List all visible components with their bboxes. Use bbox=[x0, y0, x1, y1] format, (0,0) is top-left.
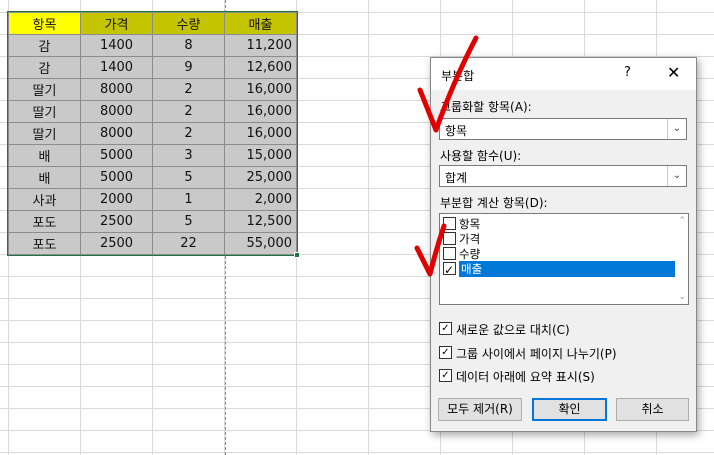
table-cell[interactable]: 15,000 bbox=[224, 144, 297, 167]
close-icon[interactable]: ✕ bbox=[667, 63, 680, 82]
add-subtotal-label: 부분합 계산 항목(D): bbox=[440, 196, 548, 210]
subtotal-dialog: 부분합 ? ✕ 그룹화할 항목(A): 항목 ⌄ 사용할 함수(U): 합계 ⌄… bbox=[430, 57, 697, 432]
table-cell[interactable]: 5000 bbox=[80, 144, 153, 167]
table-cell[interactable]: 25,000 bbox=[224, 166, 297, 189]
table-cell[interactable]: 2,000 bbox=[224, 188, 297, 211]
list-item[interactable]: 수량 bbox=[443, 246, 673, 261]
function-label: 사용할 함수(U): bbox=[440, 149, 522, 163]
table-row: 감 1400 9 12,600 bbox=[8, 56, 297, 79]
table-row: 딸기 8000 2 16,000 bbox=[8, 78, 297, 101]
table-cell[interactable]: 1400 bbox=[80, 34, 153, 57]
header-cell[interactable]: 매출 bbox=[224, 12, 297, 35]
list-item[interactable]: 항목 bbox=[443, 216, 673, 231]
table-cell[interactable]: 8000 bbox=[80, 100, 153, 123]
table-cell[interactable]: 8000 bbox=[80, 78, 153, 101]
table-cell[interactable]: 포도 bbox=[8, 232, 81, 255]
add-subtotal-list[interactable]: 항목 가격 수량 ✓ 매출 ⌃ ⌄ bbox=[439, 213, 689, 305]
table-cell[interactable]: 감 bbox=[8, 56, 81, 79]
item-label: 가격 bbox=[459, 232, 481, 246]
function-select[interactable]: 합계 ⌄ bbox=[439, 165, 687, 187]
table-cell[interactable]: 1400 bbox=[80, 56, 153, 79]
chevron-down-icon[interactable]: ⌄ bbox=[667, 119, 686, 139]
list-item[interactable]: 가격 bbox=[443, 231, 673, 246]
fill-handle[interactable] bbox=[294, 252, 300, 258]
ok-button[interactable]: 확인 bbox=[532, 398, 607, 421]
table-row: 딸기 8000 2 16,000 bbox=[8, 100, 297, 123]
group-by-label: 그룹화할 항목(A): bbox=[440, 100, 532, 114]
table-cell[interactable]: 12,500 bbox=[224, 210, 297, 233]
table-cell[interactable]: 2000 bbox=[80, 188, 153, 211]
checkbox-label: 그룹 사이에서 페이지 나누기(P) bbox=[456, 347, 617, 361]
table-row: 포도 2500 5 12,500 bbox=[8, 210, 297, 233]
group-by-value: 항목 bbox=[445, 124, 468, 138]
header-cell[interactable]: 가격 bbox=[80, 12, 153, 35]
check-icon[interactable]: ✓ bbox=[439, 346, 452, 359]
table-cell[interactable]: 2 bbox=[152, 100, 225, 123]
help-icon[interactable]: ? bbox=[624, 65, 631, 80]
group-by-select[interactable]: 항목 ⌄ bbox=[439, 118, 687, 140]
table-cell[interactable]: 2500 bbox=[80, 210, 153, 233]
check-icon[interactable]: ✓ bbox=[439, 369, 452, 382]
table-cell[interactable]: 8000 bbox=[80, 122, 153, 145]
table-cell[interactable]: 16,000 bbox=[224, 122, 297, 145]
table-cell[interactable]: 9 bbox=[152, 56, 225, 79]
table-cell[interactable]: 딸기 bbox=[8, 100, 81, 123]
table-cell[interactable]: 12,600 bbox=[224, 56, 297, 79]
function-value: 합계 bbox=[445, 171, 468, 185]
table-row: 배 5000 5 25,000 bbox=[8, 166, 297, 189]
table-row: 사과 2000 1 2,000 bbox=[8, 188, 297, 211]
table-cell[interactable]: 22 bbox=[152, 232, 225, 255]
checkbox-label: 새로운 값으로 대치(C) bbox=[456, 323, 570, 337]
table-cell[interactable]: 배 bbox=[8, 144, 81, 167]
table-row: 포도 2500 22 55,000 bbox=[8, 232, 297, 255]
table-cell[interactable]: 5000 bbox=[80, 166, 153, 189]
check-icon[interactable]: ✓ bbox=[439, 322, 452, 335]
chevron-down-icon[interactable]: ⌄ bbox=[667, 166, 686, 186]
table-row: 감 1400 8 11,200 bbox=[8, 34, 297, 57]
table-cell[interactable]: 5 bbox=[152, 210, 225, 233]
item-checkbox[interactable] bbox=[443, 247, 456, 260]
table-cell[interactable]: 딸기 bbox=[8, 78, 81, 101]
table-cell[interactable]: 배 bbox=[8, 166, 81, 189]
table-cell[interactable]: 2 bbox=[152, 78, 225, 101]
table-cell[interactable]: 3 bbox=[152, 144, 225, 167]
table-cell[interactable]: 1 bbox=[152, 188, 225, 211]
table-cell[interactable]: 2 bbox=[152, 122, 225, 145]
data-table: 항목 가격 수량 매출 감 1400 8 11,200 감 1400 9 12,600 딸기 80… bbox=[8, 12, 297, 255]
table-cell[interactable]: 55,000 bbox=[224, 232, 297, 255]
item-label: 매출 bbox=[459, 261, 675, 277]
scroll-up-icon[interactable]: ⌃ bbox=[678, 216, 686, 226]
table-cell[interactable]: 16,000 bbox=[224, 78, 297, 101]
item-label: 항목 bbox=[459, 217, 481, 231]
table-row: 배 5000 3 15,000 bbox=[8, 144, 297, 167]
dialog-titlebar[interactable]: 부분합 ? ✕ bbox=[431, 58, 696, 90]
table-cell[interactable]: 8 bbox=[152, 34, 225, 57]
header-row: 항목 가격 수량 매출 bbox=[8, 12, 297, 35]
checkbox-label: 데이터 아래에 요약 표시(S) bbox=[456, 370, 595, 384]
item-checkbox[interactable]: ✓ bbox=[443, 262, 456, 277]
scroll-down-icon[interactable]: ⌄ bbox=[678, 292, 686, 302]
table-cell[interactable]: 11,200 bbox=[224, 34, 297, 57]
table-cell[interactable]: 포도 bbox=[8, 210, 81, 233]
list-item-selected[interactable]: ✓ 매출 bbox=[443, 261, 675, 277]
table-cell[interactable]: 사과 bbox=[8, 188, 81, 211]
table-cell[interactable]: 2500 bbox=[80, 232, 153, 255]
item-checkbox[interactable] bbox=[443, 217, 456, 230]
table-cell[interactable]: 16,000 bbox=[224, 100, 297, 123]
table-cell[interactable]: 감 bbox=[8, 34, 81, 57]
remove-all-button[interactable]: 모두 제거(R) bbox=[438, 398, 522, 421]
table-cell[interactable]: 5 bbox=[152, 166, 225, 189]
item-label: 수량 bbox=[459, 247, 481, 261]
header-cell[interactable]: 수량 bbox=[152, 12, 225, 35]
dialog-title: 부분합 bbox=[441, 69, 475, 83]
table-cell[interactable]: 딸기 bbox=[8, 122, 81, 145]
cancel-button[interactable]: 취소 bbox=[616, 398, 689, 421]
item-checkbox[interactable] bbox=[443, 232, 456, 245]
header-cell[interactable]: 항목 bbox=[8, 12, 81, 35]
table-row: 딸기 8000 2 16,000 bbox=[8, 122, 297, 145]
